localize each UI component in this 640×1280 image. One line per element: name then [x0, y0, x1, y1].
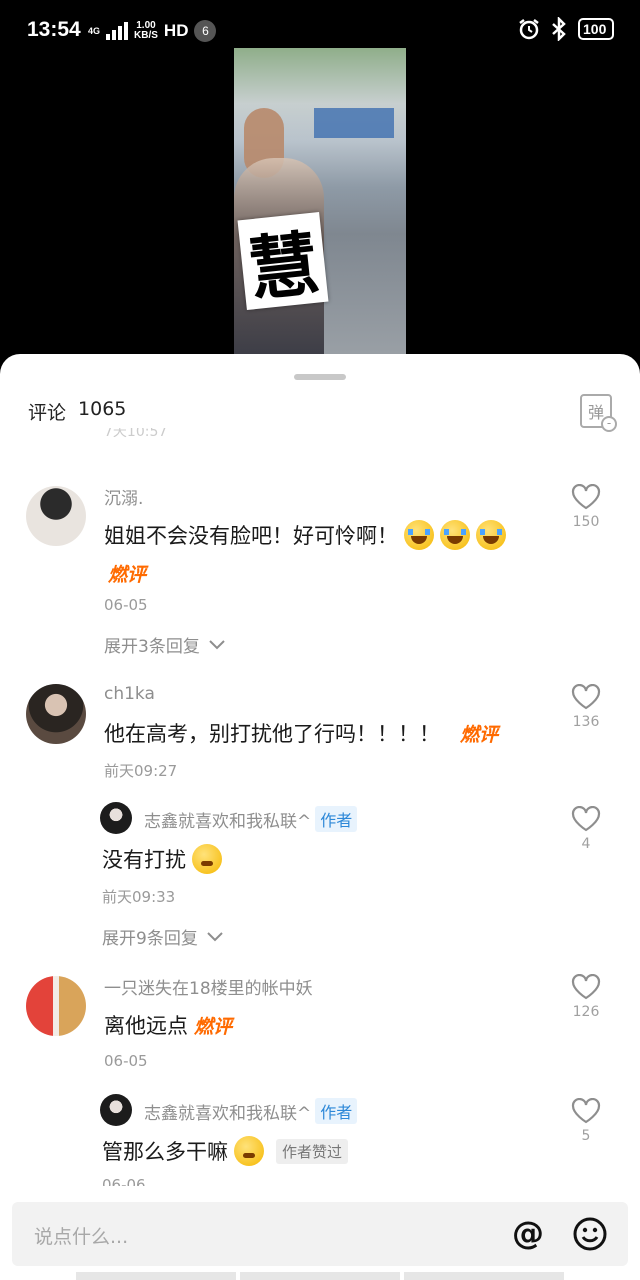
heart-icon	[571, 974, 601, 1000]
chevron-down-icon	[207, 931, 223, 941]
shy-emoji-icon	[234, 1136, 264, 1166]
reply-text[interactable]: 管那么多干嘛 作者赞过	[102, 1136, 349, 1166]
heart-icon	[571, 684, 601, 710]
crying-emoji-icon	[476, 520, 506, 550]
comment-text[interactable]: 姐姐不会没有脸吧！好可怜啊！	[104, 520, 506, 550]
status-right: 100	[518, 17, 614, 41]
like-count: 126	[572, 1004, 600, 1020]
expand-replies-button[interactable]: 展开9条回复	[102, 924, 224, 949]
network-speed: 1.00 KB/S	[134, 21, 158, 41]
reply-like-button[interactable]: 5	[566, 1098, 606, 1144]
video-sticker: 慧	[237, 211, 329, 311]
chevron-down-icon	[209, 639, 225, 649]
hot-comment-badge: 燃评	[194, 1015, 233, 1038]
shy-emoji-icon	[192, 844, 222, 874]
reply-text[interactable]: 没有打扰	[102, 844, 222, 874]
network-type: 4G	[88, 25, 101, 36]
video-background-shop	[314, 108, 394, 138]
comment-time: 06-05	[104, 596, 148, 614]
reply-avatar[interactable]	[100, 802, 132, 834]
comments-count: 1065	[78, 398, 127, 420]
like-count: 4	[581, 836, 591, 852]
comment-time: 前天09:27	[104, 762, 178, 780]
avatar[interactable]	[26, 684, 86, 744]
like-count: 136	[572, 714, 600, 730]
hot-comment-badge: 燃评	[108, 564, 147, 586]
author-tag: 作者	[315, 806, 358, 832]
heart-icon	[571, 1098, 601, 1124]
bluetooth-icon	[552, 17, 566, 41]
comment-username[interactable]: 一只迷失在18楼里的帐中妖	[104, 974, 313, 999]
comment-body: 姐姐不会没有脸吧！好可怜啊！	[104, 524, 398, 548]
like-button[interactable]: 136	[566, 684, 606, 730]
danmu-toggle-button[interactable]: 弹 -	[580, 394, 617, 432]
reply-like-button[interactable]: 4	[566, 806, 606, 852]
crying-emoji-icon	[440, 520, 470, 550]
author-liked-tag: 作者赞过	[276, 1138, 349, 1164]
comment-body: 他在高考，别打扰他了行吗！！！！	[104, 722, 440, 746]
network-indicator: 4G 1.00 KB/S HD 6	[88, 20, 217, 42]
comment-text[interactable]: 离他远点 燃评	[104, 1010, 232, 1040]
comments-title: 评论	[28, 402, 67, 424]
sheet-drag-handle[interactable]	[294, 374, 346, 380]
comments-sheet: 评论 1065 弹 - 7天10:57 沉溺. 姐姐不会没有脸吧！好可怜啊！ 燃…	[0, 354, 640, 1280]
author-tag: 作者	[315, 1098, 358, 1124]
signal-icon	[106, 22, 129, 40]
comment-input-bar[interactable]: 说点什么... @	[12, 1202, 628, 1266]
comment-input-placeholder[interactable]: 说点什么...	[34, 1222, 128, 1249]
comment-username[interactable]: 沉溺.	[104, 484, 143, 509]
video-player[interactable]: 慧	[234, 48, 406, 358]
avatar[interactable]	[26, 486, 86, 546]
like-button[interactable]: 150	[566, 484, 606, 530]
like-count: 5	[581, 1128, 591, 1144]
comment-username[interactable]: ch1ka	[104, 684, 155, 704]
like-count: 150	[572, 514, 600, 530]
crying-emoji-icon	[404, 520, 434, 550]
reply-body: 管那么多干嘛	[102, 1140, 228, 1164]
battery-icon: 100	[578, 18, 614, 40]
avatar[interactable]	[26, 976, 86, 1036]
notification-badge: 6	[194, 20, 217, 42]
comments-header: 评论 1065	[28, 398, 126, 425]
heart-icon	[571, 806, 601, 832]
navigation-bar	[0, 1272, 640, 1280]
expand-replies-label: 展开3条回复	[104, 637, 200, 657]
heart-icon	[571, 484, 601, 510]
alarm-icon	[519, 19, 539, 40]
reply-body: 没有打扰	[102, 848, 186, 872]
minus-icon: -	[601, 416, 617, 432]
comment-text[interactable]: 他在高考，别打扰他了行吗！！！！ 燃评	[104, 718, 498, 748]
reply-time: 前天09:33	[102, 888, 176, 906]
comment-body: 离他远点	[104, 1014, 188, 1038]
cutoff-timestamp: 7天10:57	[104, 428, 168, 440]
speed-unit: KB/S	[134, 30, 158, 41]
hd-indicator: HD	[163, 21, 189, 40]
reply-time: 06-06	[102, 1176, 146, 1186]
hot-comment-badge: 燃评	[460, 723, 499, 746]
reply-avatar[interactable]	[100, 1094, 132, 1126]
mention-icon[interactable]: @	[512, 1214, 544, 1252]
emoji-icon[interactable]	[572, 1216, 608, 1252]
reply-username[interactable]: 志鑫就喜欢和我私联^ 作者	[144, 1098, 358, 1124]
reply-username-text: 志鑫就喜欢和我私联^	[144, 1103, 312, 1124]
comment-time: 06-05	[104, 1052, 148, 1070]
status-time: 13:54	[27, 18, 81, 41]
expand-replies-label: 展开9条回复	[102, 929, 198, 949]
reply-username-text: 志鑫就喜欢和我私联^	[144, 811, 312, 832]
like-button[interactable]: 126	[566, 974, 606, 1020]
reply-username[interactable]: 志鑫就喜欢和我私联^ 作者	[144, 806, 358, 832]
expand-replies-button[interactable]: 展开3条回复	[104, 632, 226, 657]
